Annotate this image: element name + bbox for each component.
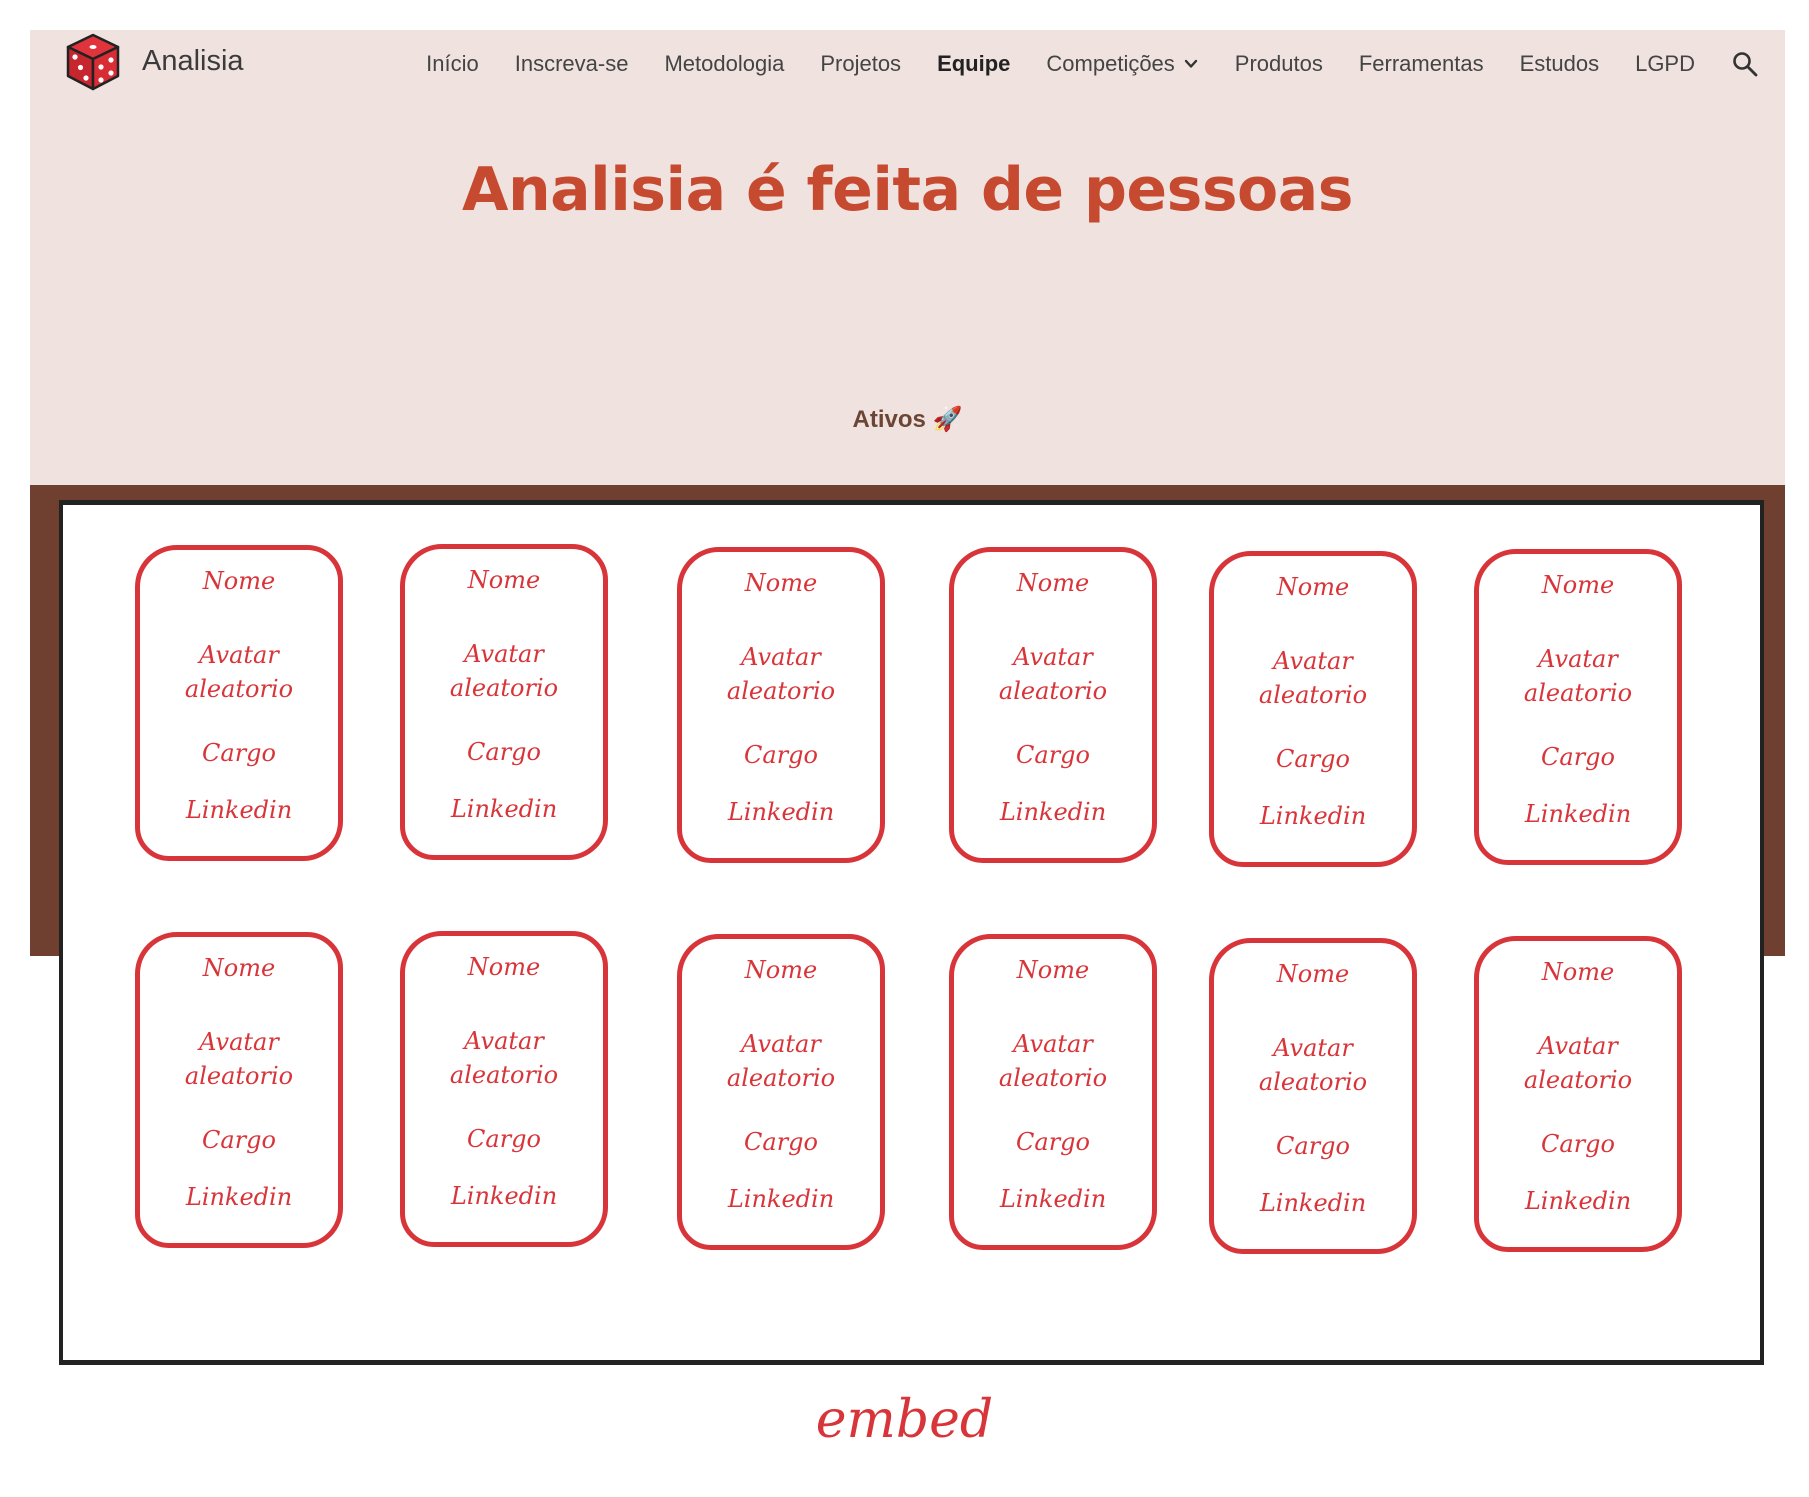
nav-item-label: Inscreva-se [514,51,629,76]
card-linkedin-link[interactable]: Linkedin [405,1179,603,1213]
card-avatar-placeholder: Avatar aleatorio [449,1027,559,1089]
card-cargo: Cargo [202,739,276,767]
nav-item-ferramentas[interactable]: Ferramentas [1359,51,1484,77]
card-cargo: Cargo [1276,1132,1350,1160]
nav-item-label: Competições [1046,51,1175,76]
card-name: Nome [1276,960,1350,988]
card-cargo: Cargo [1016,1128,1090,1156]
card-linkedin-link[interactable]: Linkedin [682,1182,880,1216]
card-linkedin-link[interactable]: Linkedin [1214,1186,1412,1220]
card-avatar-placeholder: Avatar aleatorio [184,641,294,703]
card-avatar-placeholder: Avatar aleatorio [1258,647,1368,709]
team-card: Nome Avatar aleatorio Cargo Linkedin [135,932,343,1248]
nav-item-competicoes[interactable]: Competições [1046,51,1198,77]
card-avatar-placeholder: Avatar aleatorio [1523,1032,1633,1094]
card-cargo: Cargo [744,1128,818,1156]
card-avatar-placeholder: Avatar aleatorio [998,1030,1108,1092]
main-nav: Início Inscreva-se Metodologia Projetos … [390,30,1759,98]
card-cargo: Cargo [1276,745,1350,773]
card-avatar-placeholder: Avatar aleatorio [726,1030,836,1092]
team-card: Nome Avatar aleatorio Cargo Linkedin [400,544,608,860]
section-label-ativos: Ativos 🚀 [852,406,963,433]
card-name: Nome [1016,569,1090,597]
dice-logo-icon[interactable] [66,33,120,91]
card-linkedin-link[interactable]: Linkedin [954,1182,1152,1216]
card-name: Nome [202,567,276,595]
nav-item-projetos[interactable]: Projetos [820,51,901,77]
card-avatar-placeholder: Avatar aleatorio [184,1028,294,1090]
nav-item-label: Equipe [937,51,1011,76]
card-linkedin-link[interactable]: Linkedin [682,795,880,829]
team-card: Nome Avatar aleatorio Cargo Linkedin [1209,938,1417,1254]
card-cargo: Cargo [744,741,818,769]
card-avatar-placeholder: Avatar aleatorio [1523,645,1633,707]
nav-item-equipe[interactable]: Equipe [937,51,1010,77]
nav-item-estudos[interactable]: Estudos [1520,51,1600,77]
nav-item-label: Estudos [1519,51,1600,76]
card-linkedin-link[interactable]: Linkedin [1214,799,1412,833]
card-name: Nome [467,953,541,981]
card-name: Nome [202,954,276,982]
page-title: Analisia é feita de pessoas [462,155,1353,225]
nav-item-label: Projetos [820,51,902,76]
card-cargo: Cargo [1541,1130,1615,1158]
card-avatar-placeholder: Avatar aleatorio [726,643,836,705]
card-linkedin-link[interactable]: Linkedin [140,1180,338,1214]
card-linkedin-link[interactable]: Linkedin [1479,1184,1677,1218]
card-cargo: Cargo [1541,743,1615,771]
card-avatar-placeholder: Avatar aleatorio [1258,1034,1368,1096]
team-card: Nome Avatar aleatorio Cargo Linkedin [1474,936,1682,1252]
embed-caption: embed [815,1390,994,1450]
brand-name[interactable]: Analisia [142,45,244,78]
team-card: Nome Avatar aleatorio Cargo Linkedin [949,547,1157,863]
nav-item-label: Metodologia [664,51,785,76]
card-linkedin-link[interactable]: Linkedin [1479,797,1677,831]
chevron-down-icon [1184,59,1197,68]
nav-item-metodologia[interactable]: Metodologia [664,51,784,77]
team-card: Nome Avatar aleatorio Cargo Linkedin [400,931,608,1247]
nav-item-label: Ferramentas [1358,51,1484,76]
team-card: Nome Avatar aleatorio Cargo Linkedin [677,934,885,1250]
card-cargo: Cargo [467,1125,541,1153]
card-name: Nome [744,569,818,597]
search-icon[interactable] [1731,50,1759,78]
card-name: Nome [1276,573,1350,601]
nav-item-inicio[interactable]: Início [426,51,479,77]
card-name: Nome [467,566,541,594]
nav-item-label: Início [426,51,479,76]
card-avatar-placeholder: Avatar aleatorio [449,640,559,702]
card-name: Nome [1541,958,1615,986]
nav-item-produtos[interactable]: Produtos [1235,51,1323,77]
nav-item-inscreva-se[interactable]: Inscreva-se [515,51,629,77]
team-card: Nome Avatar aleatorio Cargo Linkedin [677,547,885,863]
card-linkedin-link[interactable]: Linkedin [405,792,603,826]
card-name: Nome [1541,571,1615,599]
team-card: Nome Avatar aleatorio Cargo Linkedin [135,545,343,861]
top-navigation-bar: Analisia Início Inscreva-se Metodologia … [30,30,1785,98]
nav-item-label: Produtos [1234,51,1323,76]
embed-placeholder-frame: Nome Avatar aleatorio Cargo Linkedin Nome Ava… [59,500,1764,1365]
nav-item-label: LGPD [1635,51,1695,76]
card-linkedin-link[interactable]: Linkedin [140,793,338,827]
team-card: Nome Avatar aleatorio Cargo Linkedin [949,934,1157,1250]
card-cargo: Cargo [467,738,541,766]
nav-item-lgpd[interactable]: LGPD [1635,51,1695,77]
card-avatar-placeholder: Avatar aleatorio [998,643,1108,705]
card-linkedin-link[interactable]: Linkedin [954,795,1152,829]
card-name: Nome [744,956,818,984]
card-name: Nome [1016,956,1090,984]
card-cargo: Cargo [202,1126,276,1154]
team-card: Nome Avatar aleatorio Cargo Linkedin [1209,551,1417,867]
card-cargo: Cargo [1016,741,1090,769]
team-card: Nome Avatar aleatorio Cargo Linkedin [1474,549,1682,865]
